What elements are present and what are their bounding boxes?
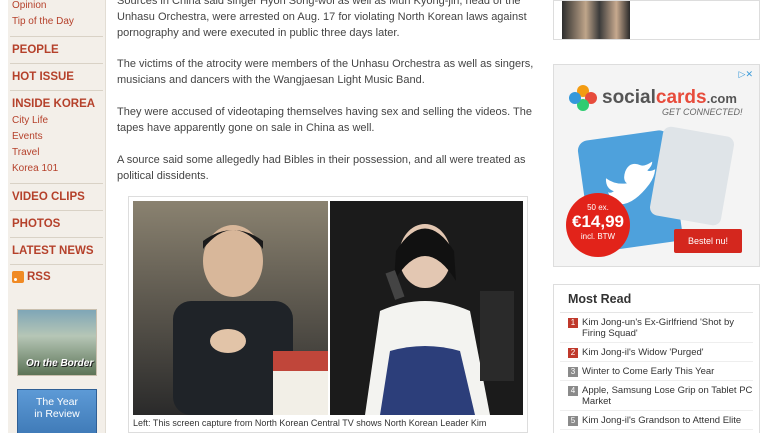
ad-price: €14,99 [572, 212, 624, 231]
nav-divider [10, 90, 103, 91]
nav-link-city-life[interactable]: City Life [8, 113, 105, 129]
rss-label: RSS [27, 271, 51, 283]
nav-link-opinion[interactable]: Opinion [8, 0, 105, 14]
photo-hyon-song-wol [330, 201, 523, 415]
ad-price-badge: 50 ex. €14,99 incl. BTW [566, 193, 630, 257]
ad-choices-icon[interactable]: ▷✕ [739, 69, 753, 80]
most-read-item[interactable]: 1 Kim Jong-un's Ex-Girlfriend 'Shot by F… [560, 313, 753, 343]
rss-icon [12, 271, 24, 283]
most-read-rank: 3 [568, 367, 578, 377]
nav-divider [10, 210, 103, 211]
most-read-rank: 4 [568, 386, 578, 396]
article-paragraph-1: Sources in China said singer Hyon Song-w… [117, 0, 527, 39]
most-read-rank: 1 [568, 318, 578, 328]
nav-divider [10, 36, 103, 37]
most-read-headline[interactable]: Kim Jong-il's Widow 'Purged' [582, 347, 704, 358]
ad-brand-part-c: .com [706, 91, 737, 106]
photo-left-illustration [173, 225, 328, 415]
nav-section-people[interactable]: PEOPLE [8, 41, 105, 59]
most-read-headline[interactable]: Kim Jong-un's Ex-Girlfriend 'Shot by Fir… [582, 317, 753, 339]
rss-link[interactable]: RSS [8, 268, 105, 286]
promo-year-line2: in Review [34, 408, 80, 420]
most-read-headline[interactable]: Kim Jong-il's Grandson to Attend Elite [582, 415, 741, 426]
nav-section-video-clips[interactable]: VIDEO CLIPS [8, 188, 105, 206]
most-read-headline[interactable]: Apple, Samsung Lose Grip on Tablet PC Ma… [582, 385, 753, 407]
nav-section-hot-issue[interactable]: HOT ISSUE [8, 68, 105, 86]
top-right-photo [562, 1, 630, 39]
nav-divider [10, 264, 103, 265]
left-navigation: Opinion Tip of the Day PEOPLE HOT ISSUE … [8, 0, 106, 433]
on-the-border-promo[interactable]: On the Border [17, 309, 97, 376]
ad-slogan: GET CONNECTED! [662, 107, 743, 117]
nav-section-inside-korea[interactable]: INSIDE KOREA [8, 95, 105, 113]
socialcards-advertisement[interactable]: ▷✕ socialcards.com GET CONNECTED! 50 ex.… [553, 64, 760, 267]
ad-social-card [648, 125, 736, 227]
ad-brand: socialcards.com [602, 87, 737, 109]
ad-price-bottom: incl. BTW [580, 232, 616, 241]
ad-order-button[interactable]: Bestel nu! [674, 229, 742, 253]
article-paragraph-3: They were accused of videotaping themsel… [117, 106, 532, 134]
promo-year-line1: The Year [35, 396, 79, 408]
ad-brand-part-a: social [602, 87, 656, 108]
most-read-item[interactable]: 4 Apple, Samsung Lose Grip on Tablet PC … [560, 381, 753, 411]
nav-divider [10, 63, 103, 64]
socialcards-logo-icon [569, 85, 597, 111]
nav-section-latest-news[interactable]: LATEST NEWS [8, 242, 105, 260]
photo-right-illustration [365, 224, 514, 415]
nav-divider [10, 183, 103, 184]
photo-kim-jong-un [133, 201, 328, 415]
most-read-item[interactable]: 2 Kim Jong-il's Widow 'Purged' [560, 343, 753, 362]
most-read-item[interactable]: 5 Kim Jong-il's Grandson to Attend Elite [560, 411, 753, 430]
nav-link-korea-101[interactable]: Korea 101 [8, 161, 105, 177]
article-photo-figure: Left: This screen capture from North Kor… [128, 196, 528, 433]
top-right-photo-box[interactable] [553, 0, 760, 40]
most-read-item[interactable]: 3 Winter to Come Early This Year [560, 362, 753, 381]
photo-caption: Left: This screen capture from North Kor… [133, 418, 487, 428]
ad-price-top: 50 ex. [587, 203, 609, 212]
most-read-title: Most Read [560, 285, 753, 313]
nav-link-events[interactable]: Events [8, 129, 105, 145]
most-read-box: Most Read 1 Kim Jong-un's Ex-Girlfriend … [553, 284, 760, 433]
nav-section-photos[interactable]: PHOTOS [8, 215, 105, 233]
promo-border-label: On the Border [26, 358, 94, 369]
article-paragraph-2: The victims of the atrocity were members… [117, 58, 534, 86]
article-paragraph-4: A source said some allegedly had Bibles … [117, 154, 526, 182]
most-read-headline[interactable]: Winter to Come Early This Year [582, 366, 714, 377]
most-read-rank: 2 [568, 348, 578, 358]
year-in-review-promo[interactable]: The Year in Review [17, 389, 97, 433]
most-read-rank: 5 [568, 416, 578, 426]
ad-brand-part-b: cards [655, 87, 707, 108]
nav-link-tip-of-the-day[interactable]: Tip of the Day [8, 14, 105, 30]
nav-link-travel[interactable]: Travel [8, 145, 105, 161]
nav-divider [10, 237, 103, 238]
